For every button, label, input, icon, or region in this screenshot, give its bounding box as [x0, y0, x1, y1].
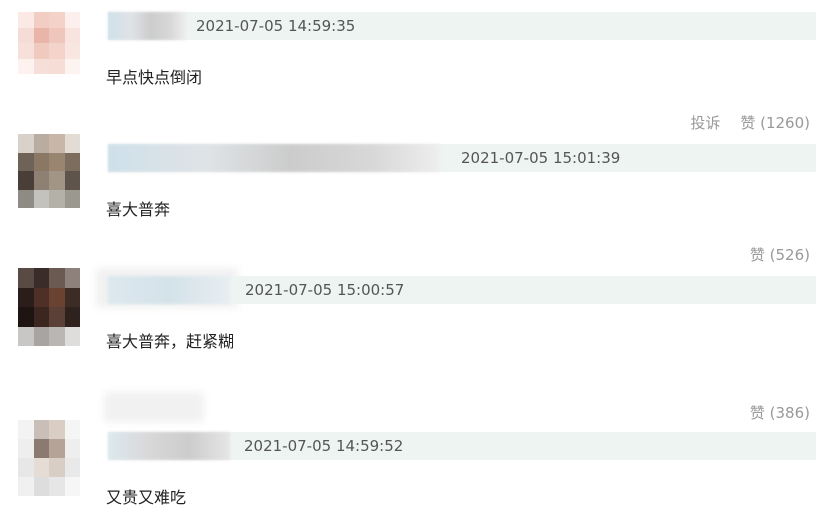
avatar[interactable] [18, 12, 80, 74]
report-button[interactable]: 投诉 [690, 114, 720, 132]
comment-text: 喜大普奔，赶紧糊 [106, 332, 235, 351]
comment-meta-bar: 2021-07-05 15:01:39 [108, 144, 816, 172]
comment-time: 2021-07-05 15:00:57 [245, 281, 405, 299]
username[interactable] [108, 432, 230, 460]
comment-time: 2021-07-05 14:59:52 [244, 437, 404, 455]
avatar[interactable] [18, 420, 80, 496]
username[interactable] [108, 276, 230, 304]
comment-meta-bar: 2021-07-05 14:59:52 [108, 432, 816, 460]
comment-meta-bar: 2021-07-05 14:59:35 [108, 12, 816, 40]
like-button[interactable]: 赞 (1260) [740, 114, 810, 132]
comment-actions: 赞 (526) [730, 244, 810, 265]
comment-actions: 赞 (386) [730, 402, 810, 423]
avatar[interactable] [18, 134, 80, 208]
comment-text: 早点快点倒闭 [106, 68, 203, 87]
comment-text: 喜大普奔 [106, 200, 171, 219]
comment-meta-bar: 2021-07-05 15:00:57 [108, 276, 816, 304]
avatar[interactable] [18, 268, 80, 346]
comment-time: 2021-07-05 15:01:39 [461, 149, 621, 167]
username[interactable] [108, 144, 440, 172]
like-button[interactable]: 赞 (526) [750, 246, 810, 264]
comment-text: 又贵又难吃 [106, 488, 187, 507]
blurred-area [104, 392, 204, 422]
comment-time: 2021-07-05 14:59:35 [196, 17, 356, 35]
like-button[interactable]: 赞 (386) [750, 404, 810, 422]
comment-actions: 投诉 赞 (1260) [670, 112, 810, 133]
username[interactable] [108, 12, 186, 40]
